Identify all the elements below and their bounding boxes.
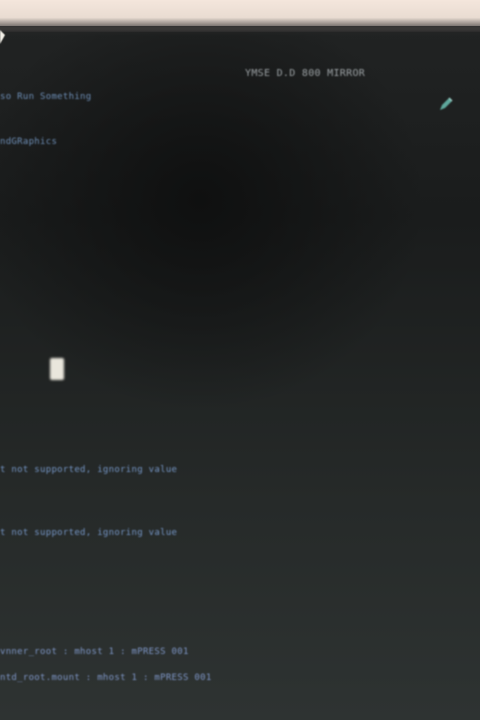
terminal-line: ntd_root.mount : mhost 1 : mPRESS 001 — [0, 673, 212, 683]
monitor-screen: YMSE D.D 800 MIRROR so Run Something ndG… — [0, 0, 480, 720]
screen-edge-shadow — [0, 26, 480, 36]
cursor-arrow-icon — [0, 30, 5, 44]
pencil-icon[interactable] — [438, 96, 454, 112]
terminal-line: t not supported, ignoring value — [0, 465, 178, 475]
terminal-line: so Run Something — [0, 92, 92, 102]
terminal-line: t not supported, ignoring value — [0, 528, 178, 538]
terminal-line: vnner_root : mhost 1 : mPRESS 001 — [0, 647, 189, 657]
terminal-header: YMSE D.D 800 MIRROR — [245, 68, 366, 79]
text-cursor-block — [50, 358, 64, 380]
terminal-line: ndGRaphics — [0, 137, 58, 147]
